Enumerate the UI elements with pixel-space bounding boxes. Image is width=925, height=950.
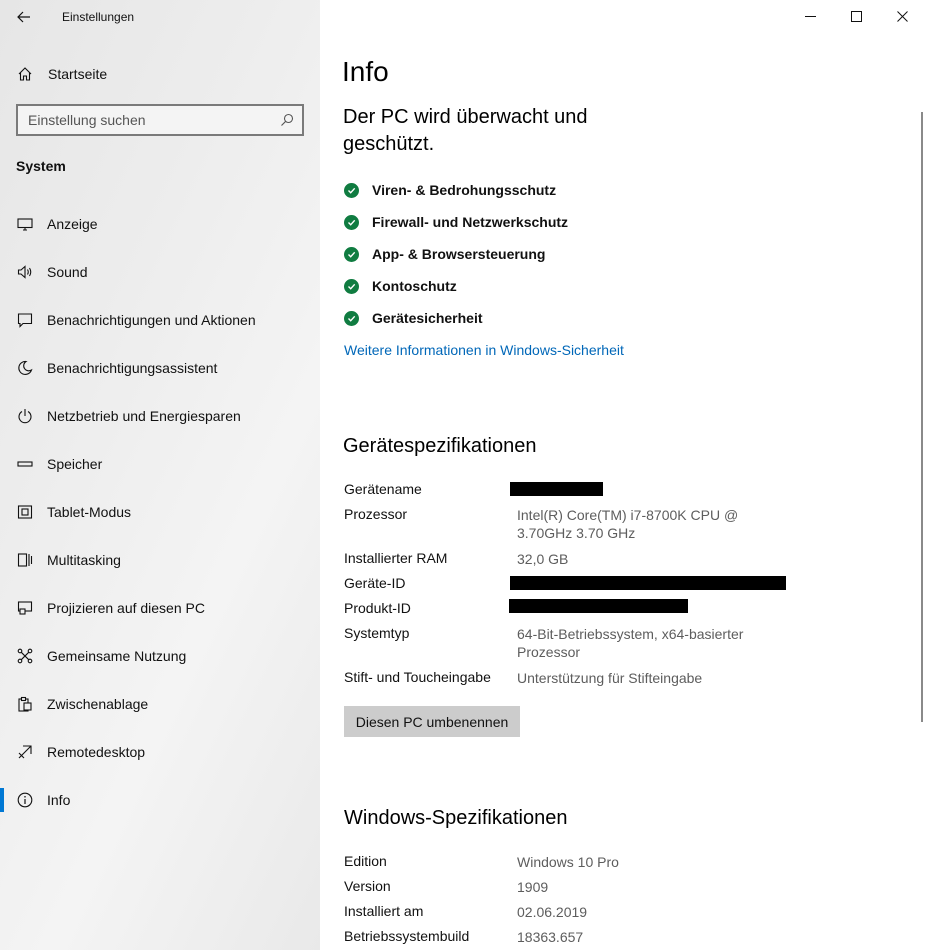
sidebar-item-benachrichtigungen[interactable]: Benachrichtigungen und Aktionen (0, 296, 320, 344)
spec-value: 32,0 GB (517, 551, 569, 567)
sidebar-item-projizieren[interactable]: Projizieren auf diesen PC (0, 584, 320, 632)
spec-key: Installierter RAM (344, 550, 448, 566)
spec-value: 1909 (517, 879, 549, 895)
sidebar-item-zwischenablage[interactable]: Zwischenablage (0, 680, 320, 728)
sidebar-item-netzbetrieb[interactable]: Netzbetrieb und Energiesparen (0, 392, 320, 440)
windows-specs-heading: Windows-Spezifikationen (344, 807, 568, 829)
spec-value: Unterstützung für Stifteingabe (517, 670, 703, 686)
sidebar-item-label: Netzbetrieb und Energiesparen (47, 408, 241, 424)
security-item-label: Firewall- und Netzwerkschutz (372, 214, 569, 230)
main-content: Info Der PC wird überwacht und geschützt… (320, 0, 925, 950)
home-icon (16, 65, 34, 83)
remote-desktop-icon (16, 743, 34, 761)
spec-value: 64-Bit-Betriebssystem, x64-basierter Pro… (517, 626, 744, 660)
security-item-label: App- & Browsersteuerung (372, 246, 546, 262)
sidebar-item-label: Benachrichtigungsassistent (47, 360, 218, 376)
share-icon (16, 647, 34, 665)
section-label-system: System (16, 158, 66, 174)
spec-key: Betriebssystembuild (344, 928, 470, 944)
security-item: Viren- & Bedrohungsschutz (344, 174, 568, 206)
sidebar-item-sound[interactable]: Sound (0, 248, 320, 296)
power-icon (16, 407, 34, 425)
spec-value: 18363.657 (517, 929, 584, 945)
security-item: App- & Browsersteuerung (344, 238, 568, 270)
sidebar-item-gemeinsame-nutzung[interactable]: Gemeinsame Nutzung (0, 632, 320, 680)
project-icon (16, 599, 34, 617)
rename-pc-button[interactable]: Diesen PC umbenennen (344, 706, 520, 737)
storage-icon (16, 455, 34, 473)
sidebar-item-label: Projizieren auf diesen PC (47, 600, 205, 616)
check-icon (344, 182, 359, 198)
spec-value: Intel(R) Core(TM) i7-8700K CPU @ 3.70GHz… (517, 507, 739, 541)
sidebar-item-remotedesktop[interactable]: Remotedesktop (0, 728, 320, 776)
sidebar-item-label: Info (47, 792, 71, 808)
sidebar-item-label: Sound (47, 264, 88, 280)
back-arrow-icon (17, 11, 30, 23)
info-icon (16, 791, 34, 809)
spec-key: Version (344, 878, 391, 894)
sidebar-item-label: Benachrichtigungen und Aktionen (47, 312, 256, 328)
notification-icon (16, 311, 34, 329)
sidebar-nav: Anzeige Sound Benachrichtigungen und Akt… (0, 200, 320, 824)
sidebar-item-label: Gemeinsame Nutzung (47, 648, 187, 664)
sidebar-item-anzeige[interactable]: Anzeige (0, 200, 320, 248)
check-icon (344, 246, 359, 262)
security-item: Firewall- und Netzwerkschutz (344, 206, 568, 238)
redacted-value (510, 482, 603, 496)
spec-key: Systemtyp (344, 625, 410, 641)
protection-heading: Der PC wird überwacht und geschützt. (343, 106, 588, 155)
security-item-label: Kontoschutz (372, 278, 457, 294)
sidebar-item-tablet-modus[interactable]: Tablet-Modus (0, 488, 320, 536)
clipboard-icon (16, 695, 34, 713)
check-icon (344, 310, 359, 326)
sidebar-item-label: Multitasking (47, 552, 121, 568)
monitor-icon (16, 215, 34, 233)
moon-icon (16, 359, 34, 377)
sidebar-item-benachrichtigungsassistent[interactable]: Benachrichtigungsassistent (0, 344, 320, 392)
selection-indicator (0, 788, 4, 812)
security-item-label: Viren- & Bedrohungsschutz (372, 182, 557, 198)
security-item: Gerätesicherheit (344, 302, 568, 334)
sidebar-item-home[interactable]: Startseite (0, 58, 320, 90)
spec-value: Windows 10 Pro (517, 854, 619, 870)
sidebar-item-speicher[interactable]: Speicher (0, 440, 320, 488)
sidebar-item-info[interactable]: Info (0, 776, 320, 824)
windows-security-link[interactable]: Weitere Informationen in Windows-Sicherh… (344, 342, 624, 358)
sidebar-item-label: Speicher (47, 456, 103, 472)
tablet-icon (16, 503, 34, 521)
sidebar-item-label: Zwischenablage (47, 696, 149, 712)
spec-value: 02.06.2019 (517, 904, 588, 920)
sidebar-item-multitasking[interactable]: Multitasking (0, 536, 320, 584)
redacted-value (510, 576, 786, 590)
multitasking-icon (16, 551, 34, 569)
check-icon (344, 214, 359, 230)
spec-key: Installiert am (344, 903, 424, 919)
home-label: Startseite (48, 66, 108, 82)
search-icon[interactable] (279, 112, 295, 128)
check-icon (344, 278, 359, 294)
sidebar-item-label: Tablet-Modus (47, 504, 132, 520)
sidebar: Einstellungen Startseite System Anzeige … (0, 0, 320, 950)
spec-key: Gerätename (344, 481, 422, 497)
spec-key: Produkt-ID (344, 600, 411, 616)
spec-key: Stift- und Toucheingabe (344, 669, 491, 685)
page-title: Info (342, 56, 389, 87)
security-item-label: Gerätesicherheit (372, 310, 483, 326)
sidebar-item-label: Remotedesktop (47, 744, 146, 760)
security-item: Kontoschutz (344, 270, 568, 302)
vertical-scrollbar[interactable] (921, 112, 923, 722)
search-input[interactable] (18, 106, 268, 134)
spec-key: Geräte-ID (344, 575, 406, 591)
spec-key: Prozessor (344, 506, 408, 522)
security-status-list: Viren- & Bedrohungsschutz Firewall- und … (344, 174, 568, 334)
back-button[interactable] (12, 6, 36, 28)
app-title: Einstellungen (62, 10, 135, 24)
device-specs-heading: Gerätespezifikationen (343, 435, 537, 457)
search-box[interactable] (16, 104, 304, 136)
speaker-icon (16, 263, 34, 281)
sidebar-item-label: Anzeige (47, 216, 98, 232)
redacted-value (509, 599, 688, 613)
spec-key: Edition (344, 853, 387, 869)
